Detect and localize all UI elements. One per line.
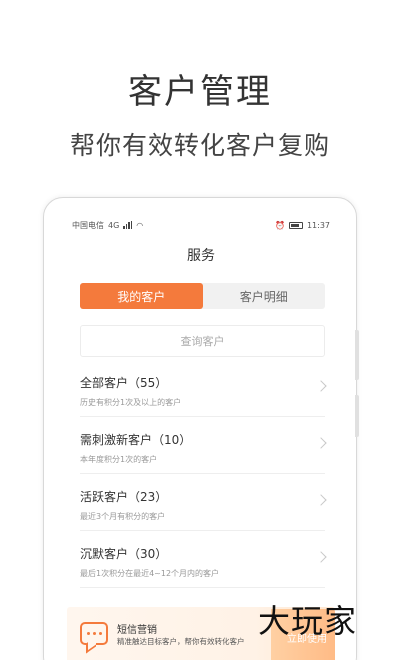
banner-desc: 精准触达目标客户，帮你有效转化客户 (117, 637, 245, 646)
list-item-new-customers[interactable]: 需刺激新客户（10） 本年度积分1次的客户 (80, 417, 327, 474)
network-label: 4G (108, 220, 120, 230)
battery-icon (288, 221, 303, 229)
list-item-active-customers[interactable]: 活跃客户（23） 最近3个月有积分的客户 (80, 474, 327, 531)
list-item-desc: 历史有积分1次及以上的客户 (80, 398, 182, 407)
watermark-logo: 大玩家 (258, 602, 358, 640)
list-item-title: 沉默客户（30） (80, 547, 168, 561)
phone-screen: 中国电信 4G ◠ ⏰ 11:37 服务 我的客户 客户明细 查询客户 全部客户… (60, 215, 342, 660)
power-button (355, 395, 359, 437)
list-item-desc: 最后1次积分在最近4~12个月内的客户 (80, 569, 220, 578)
list-item-title: 需刺激新客户（10） (80, 433, 192, 447)
tab-bar: 我的客户 客户明细 (80, 283, 325, 309)
promo-subtitle: 帮你有效转化客户复购 (69, 131, 330, 160)
volume-button (355, 330, 359, 380)
tab-my-customers[interactable]: 我的客户 (80, 283, 203, 309)
message-icon (80, 622, 108, 645)
tab-customer-details[interactable]: 客户明细 (203, 283, 326, 309)
list-item-all-customers[interactable]: 全部客户（55） 历史有积分1次及以上的客户 (80, 360, 327, 417)
list-item-desc: 本年度积分1次的客户 (80, 455, 158, 464)
customer-list: 全部客户（55） 历史有积分1次及以上的客户 需刺激新客户（10） 本年度积分1… (80, 360, 327, 588)
banner-title: 短信营销 (117, 625, 157, 636)
carrier-label: 中国电信 (72, 220, 104, 230)
wifi-icon: ◠ (136, 220, 144, 230)
list-item-desc: 最近3个月有积分的客户 (80, 512, 166, 521)
page-title: 服务 (187, 248, 215, 264)
promo-title: 客户管理 (128, 72, 272, 112)
list-item-title: 全部客户（55） (80, 376, 168, 390)
signal-icon (123, 221, 133, 229)
list-item-title: 活跃客户（23） (80, 490, 168, 504)
status-bar: 中国电信 4G ◠ ⏰ 11:37 (60, 215, 342, 235)
clock: 11:37 (306, 220, 330, 230)
list-item-silent-customers[interactable]: 沉默客户（30） 最后1次积分在最近4~12个月内的客户 (80, 531, 327, 588)
search-input[interactable]: 查询客户 (80, 325, 325, 357)
alarm-icon: ⏰ (274, 220, 285, 230)
